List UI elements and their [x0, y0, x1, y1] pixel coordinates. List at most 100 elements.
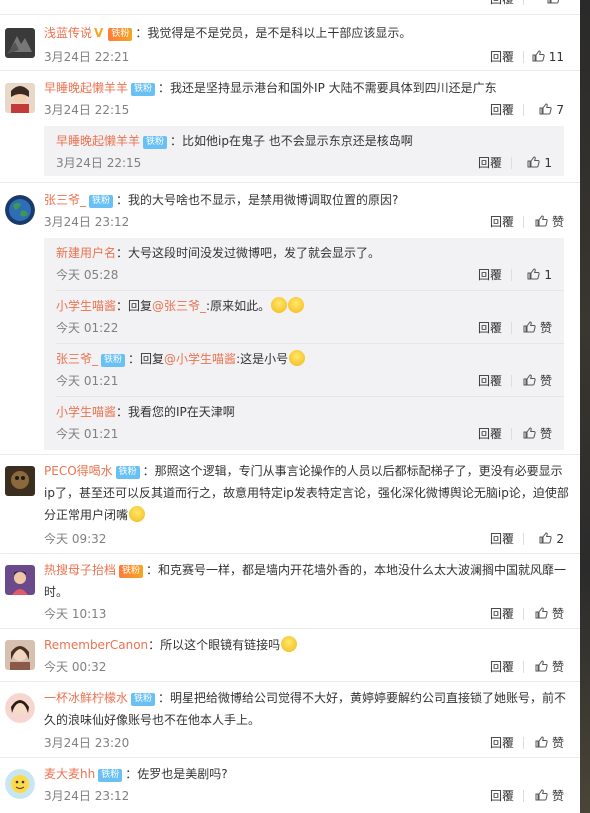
like-count: 11 [548, 50, 564, 64]
reply-time: 今天 05:28 [56, 268, 119, 282]
reply-button[interactable]: 回覆 [478, 425, 502, 443]
reply-button[interactable]: 回覆 [490, 658, 514, 676]
like-button[interactable]: 1 [512, 266, 552, 284]
comment-username[interactable]: PECO得喝水 [44, 464, 113, 478]
fan-badge[interactable]: 铁粉 [101, 354, 126, 367]
comment-username[interactable]: 麦大麦hh [44, 767, 95, 781]
fan-badge[interactable]: 铁粉 [131, 83, 156, 96]
like-count: 赞 [551, 736, 564, 750]
like-count: 赞 [551, 660, 564, 674]
thumbs-up-icon [535, 789, 548, 801]
mention-link[interactable]: @张三爷_ [152, 299, 206, 313]
comments-panel: 回覆 浅蓝传说V铁粉：我觉得是不是党员，是不是科以上干部应该显示。 3月24日 … [0, 0, 580, 813]
reply-time: 今天 01:21 [56, 374, 119, 388]
reply-button[interactable]: 回覆 [490, 787, 514, 805]
fan-badge[interactable]: 铁粉 [115, 466, 140, 479]
like-button[interactable]: 赞 [524, 605, 564, 623]
avatar[interactable] [5, 28, 35, 58]
reply-button[interactable]: 回覆 [478, 266, 502, 284]
reply-meta: 今天 01:21 回覆 赞 [56, 372, 564, 390]
fan-badge[interactable]: 铁粉 [131, 693, 156, 706]
like-button[interactable]: 11 [524, 48, 564, 66]
grin-emoji-icon [271, 297, 288, 313]
avatar[interactable] [5, 83, 35, 113]
reply-username[interactable]: 小学生喵酱 [56, 299, 116, 313]
comment-text: ：我觉得是不是党员，是不是科以上干部应该显示。 [135, 26, 412, 40]
like-button[interactable]: 1 [512, 154, 552, 172]
comment-time: 3月24日 23:20 [44, 736, 130, 750]
like-button[interactable]: 赞 [512, 319, 552, 337]
thumbs-up-icon [523, 321, 536, 333]
fan-badge[interactable]: 铁粉 [119, 565, 144, 578]
like-button[interactable]: 赞 [524, 213, 564, 231]
comment-time: 今天 10:13 [44, 607, 107, 621]
like-button[interactable]: 赞 [524, 734, 564, 752]
thumbs-up-icon [523, 427, 536, 439]
reply-thread: 新建用户名：大号这段时间没发过微博吧，发了就会显示了。 今天 05:28 回覆 … [44, 238, 564, 450]
avatar[interactable] [5, 769, 35, 799]
like-count: 1 [544, 268, 552, 282]
comment-meta: 今天 10:13 回覆 赞 [44, 605, 570, 623]
thumbs-up-icon [535, 660, 548, 672]
comment-meta: 3月24日 23:12 回覆 赞 [44, 213, 570, 231]
avatar[interactable] [5, 195, 35, 225]
fan-badge[interactable]: 铁粉 [98, 769, 123, 782]
reply-username[interactable]: 早睡晚起懒羊羊 [56, 134, 140, 148]
avatar[interactable] [5, 693, 35, 723]
like-button[interactable]: 赞 [512, 372, 552, 390]
comment-username[interactable]: 热搜母子抬档 [44, 563, 116, 577]
thumbs-up-icon [535, 215, 548, 227]
reply-button[interactable]: 回覆 [478, 372, 502, 390]
reply-body: 张三爷_ 铁粉 ：回复@小学生喵酱:这是小号 [56, 348, 556, 370]
reply-username[interactable]: 新建用户名 [56, 246, 116, 260]
comment-username[interactable]: 早睡晚起懒羊羊 [44, 81, 128, 95]
like-button[interactable]: 赞 [524, 658, 564, 676]
comment-username[interactable]: 浅蓝传说 [44, 26, 92, 40]
thumbs-up-icon [547, 0, 560, 4]
comment-time: 3月24日 22:21 [44, 50, 130, 64]
thumbs-up-icon [535, 607, 548, 619]
reply-meta: 今天 01:21 回覆 赞 [56, 425, 564, 443]
avatar[interactable] [5, 640, 35, 670]
reply-text: :原来如此。 [206, 299, 271, 313]
avatar[interactable] [5, 565, 35, 595]
fan-badge[interactable]: 铁粉 [108, 28, 133, 41]
reply-time: 今天 01:21 [56, 427, 119, 441]
avatar[interactable] [5, 466, 35, 496]
like-button[interactable]: 赞 [512, 425, 552, 443]
comment-text: ：所以这个眼镜有链接吗 [148, 638, 281, 652]
like-button[interactable]: 7 [524, 101, 564, 119]
reply-username[interactable]: 张三爷_ [56, 352, 98, 366]
comment-body: 麦大麦hh 铁粉 ：佐罗也是美剧吗? [44, 763, 570, 785]
mention-link[interactable]: @小学生喵酱 [164, 352, 236, 366]
comment-meta: 3月24日 22:21 回覆 11 [44, 48, 570, 66]
reply-username[interactable]: 小学生喵酱 [56, 405, 116, 419]
comment-username[interactable]: RememberCanon [44, 638, 148, 652]
reply-button[interactable]: 回覆 [490, 734, 514, 752]
thumbs-up-icon [539, 103, 553, 115]
reply-button[interactable]: 回覆 [490, 605, 514, 623]
reply-button[interactable]: 回覆 [490, 530, 514, 548]
reply-button[interactable]: 回覆 [478, 154, 502, 172]
reply-button[interactable]: 回覆 [478, 319, 502, 337]
like-button[interactable]: 赞 [524, 787, 564, 805]
background-image-strip [580, 0, 590, 813]
thumbs-up-icon [527, 268, 541, 280]
comment-username[interactable]: 一杯冰鲜柠檬水 [44, 691, 128, 705]
comment-body: 热搜母子抬档 铁粉 ：和克赛号一样，都是墙内开花墙外香的，本地没什么太大波澜搁中国就… [44, 559, 570, 603]
comment-text: ：佐罗也是美剧吗? [125, 767, 228, 781]
like-count: 赞 [551, 215, 564, 229]
comment-body: 浅蓝传说 V 铁粉 ：我觉得是不是党员，是不是科以上干部应该显示。 [44, 22, 570, 44]
reply-button[interactable]: 回覆 [490, 48, 514, 66]
fan-badge[interactable]: 铁粉 [89, 195, 114, 208]
reply-button[interactable]: 回覆 [490, 0, 514, 8]
reply-button[interactable]: 回覆 [490, 101, 514, 119]
reply-text: ：大号这段时间没发过微博吧，发了就会显示了。 [116, 246, 381, 260]
thumbs-up-icon [527, 156, 541, 168]
like-button[interactable] [524, 0, 564, 8]
reply-button[interactable]: 回覆 [490, 213, 514, 231]
like-button[interactable]: 2 [524, 530, 564, 548]
reply-time: 今天 01:22 [56, 321, 119, 335]
comment-username[interactable]: 张三爷_ [44, 193, 86, 207]
fan-badge[interactable]: 铁粉 [143, 136, 168, 149]
